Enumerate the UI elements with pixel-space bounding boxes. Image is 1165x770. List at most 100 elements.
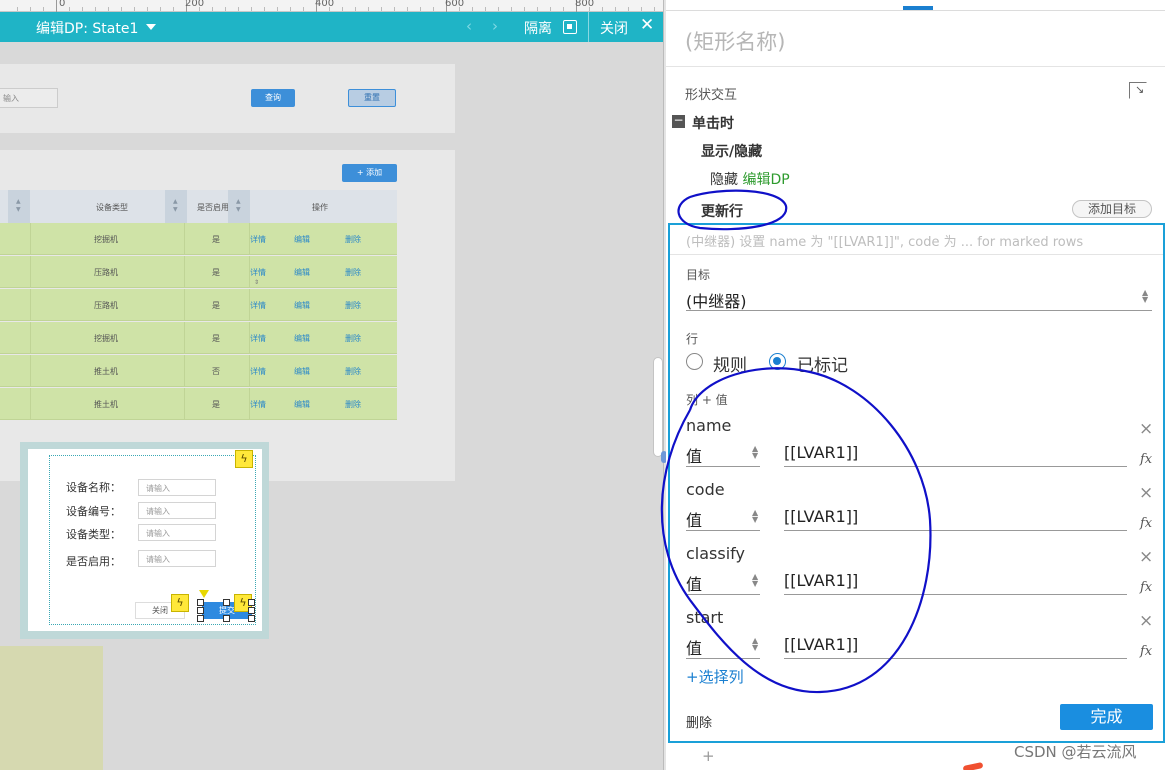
interaction-bolt-icon[interactable]: ϟ <box>235 450 253 468</box>
edit-link[interactable]: 编辑 <box>294 399 310 410</box>
sort-icon[interactable] <box>8 190 30 223</box>
delete-link[interactable]: 删除 <box>345 366 361 377</box>
edit-link[interactable]: 编辑 <box>294 234 310 245</box>
action-update-row[interactable]: 更新行 <box>701 201 743 221</box>
detail-link[interactable]: 详情 <box>250 234 266 245</box>
table-row[interactable]: 推土机 是 详情 编辑 删除 <box>0 388 397 420</box>
value-expression-input[interactable]: [[LVAR1]] <box>784 443 858 462</box>
select-arrows-icon[interactable]: ▲ ▼ <box>752 637 758 652</box>
edit-link[interactable]: 编辑 <box>294 300 310 311</box>
remove-column-icon[interactable]: × <box>1139 547 1153 567</box>
delete-link[interactable]: 删除 <box>345 234 361 245</box>
resize-handle[interactable] <box>248 607 255 614</box>
design-canvas[interactable]: 输入 查询 重置 + 添加 设备类型 是否启用 操作 挖掘机 是 详情 编辑 删… <box>0 42 665 770</box>
value-type-select[interactable]: 值 <box>686 571 702 595</box>
value-type-select[interactable]: 值 <box>686 635 702 659</box>
interaction-bolt-icon[interactable]: ϟ <box>171 594 189 612</box>
resize-handle[interactable] <box>197 615 204 622</box>
select-arrows-icon[interactable]: ▲ ▼ <box>752 573 758 588</box>
isolate-icon[interactable] <box>563 20 577 34</box>
table-row[interactable]: 推土机 否 详情 编辑 删除 <box>0 355 397 387</box>
prev-state-icon[interactable]: ‹ <box>466 17 472 35</box>
value-type-select[interactable]: 值 <box>686 507 702 531</box>
fx-icon[interactable]: fx <box>1140 516 1152 531</box>
delete-link[interactable]: 删除 <box>345 333 361 344</box>
sort-icon[interactable] <box>228 190 250 223</box>
expand-dialog-icon[interactable] <box>1129 82 1147 99</box>
collapse-icon[interactable]: − <box>672 114 685 128</box>
chevron-down-icon[interactable] <box>146 24 156 30</box>
select-arrows-icon[interactable]: ▲ ▼ <box>752 445 758 460</box>
resize-handle[interactable] <box>248 599 255 606</box>
resize-handle[interactable] <box>223 615 230 622</box>
radio-marked[interactable] <box>769 353 786 370</box>
enabled-input[interactable]: 请输入 <box>138 550 216 567</box>
value-expression-input[interactable]: [[LVAR1]] <box>784 635 858 654</box>
sort-icon[interactable] <box>165 190 187 223</box>
query-button[interactable]: 查询 <box>251 89 295 107</box>
select-arrows-icon[interactable]: ▲ ▼ <box>1142 289 1148 304</box>
fx-icon[interactable]: fx <box>1140 452 1152 467</box>
value-expression-input[interactable]: [[LVAR1]] <box>784 507 858 526</box>
fx-icon[interactable]: fx <box>1140 580 1152 595</box>
splitter-handle[interactable] <box>653 357 663 457</box>
isolate-button[interactable]: 隔离 <box>524 18 552 38</box>
divider <box>784 466 1127 467</box>
reset-button[interactable]: 重置 <box>348 89 396 107</box>
target-select[interactable]: (中继器) <box>686 288 747 312</box>
action-detail[interactable]: 隐藏 编辑DP <box>710 169 790 189</box>
table-row[interactable]: 压路机 是 详情 ⇕ 编辑 删除 <box>0 256 397 288</box>
event-label[interactable]: 单击时 <box>692 113 734 133</box>
detail-link[interactable]: 详情 <box>250 333 266 344</box>
value-type-select[interactable]: 值 <box>686 443 702 467</box>
placeholder-shape[interactable] <box>0 646 103 770</box>
resize-handle[interactable] <box>248 615 255 622</box>
radio-rule[interactable] <box>686 353 703 370</box>
detail-link[interactable]: 详情 <box>250 267 266 278</box>
shape-name-field[interactable]: (矩形名称) <box>685 26 785 56</box>
action-show-hide[interactable]: 显示/隐藏 <box>701 141 762 161</box>
remove-column-icon[interactable]: × <box>1139 611 1153 631</box>
resize-handle[interactable] <box>197 607 204 614</box>
device-type-input[interactable]: 请输入 <box>138 524 216 541</box>
search-input[interactable]: 输入 <box>0 88 58 108</box>
edit-link[interactable]: 编辑 <box>294 333 310 344</box>
radio-marked-label[interactable]: 已标记 <box>797 351 848 376</box>
close-icon[interactable]: ✕ <box>640 15 654 35</box>
delete-link[interactable]: 删除 <box>345 399 361 410</box>
radio-rule-label[interactable]: 规则 <box>713 351 747 376</box>
detail-link[interactable]: 详情 <box>250 366 266 377</box>
state-selector[interactable]: 编辑DP: State1 <box>36 18 138 38</box>
resize-handle[interactable] <box>197 599 204 606</box>
dynamic-panel-toolbar: 编辑DP: State1 ‹ › 隔离 关闭 ✕ <box>0 12 665 42</box>
divider <box>686 658 760 659</box>
device-code-input[interactable]: 请输入 <box>138 502 216 519</box>
horizontal-ruler: 0 200 400 600 800 <box>0 0 665 12</box>
choose-column-link[interactable]: +选择列 <box>686 666 744 687</box>
device-name-input[interactable]: 请输入 <box>138 479 216 496</box>
remove-column-icon[interactable]: × <box>1139 419 1153 439</box>
edit-dialog[interactable]: ϟ 设备名称： 请输入 设备编号： 请输入 设备类型： 请输入 是否启用： 请输… <box>28 449 262 631</box>
add-icon[interactable]: + <box>702 747 715 765</box>
fx-icon[interactable]: fx <box>1140 644 1152 659</box>
edit-dialog-frame[interactable]: ϟ 设备名称： 请输入 设备编号： 请输入 设备类型： 请输入 是否启用： 请输… <box>20 442 269 639</box>
remove-column-icon[interactable]: × <box>1139 483 1153 503</box>
delete-link[interactable]: 删除 <box>345 267 361 278</box>
done-button[interactable]: 完成 <box>1060 704 1153 730</box>
value-expression-input[interactable]: [[LVAR1]] <box>784 571 858 590</box>
table-row[interactable]: 压路机 是 详情 编辑 删除 <box>0 289 397 321</box>
resize-handle[interactable] <box>223 599 230 606</box>
edit-link[interactable]: 编辑 <box>294 366 310 377</box>
add-target-button[interactable]: 添加目标 <box>1072 200 1152 218</box>
detail-link[interactable]: 详情 <box>250 399 266 410</box>
table-row[interactable]: 挖掘机 是 详情 编辑 删除 <box>0 223 397 255</box>
edit-link[interactable]: 编辑 <box>294 267 310 278</box>
delete-action-link[interactable]: 删除 <box>686 712 712 731</box>
next-state-icon[interactable]: › <box>492 17 498 35</box>
table-row[interactable]: 挖掘机 是 详情 编辑 删除 <box>0 322 397 354</box>
select-arrows-icon[interactable]: ▲ ▼ <box>752 509 758 524</box>
close-button[interactable]: 关闭 <box>600 18 628 38</box>
add-button[interactable]: + 添加 <box>342 164 397 182</box>
delete-link[interactable]: 删除 <box>345 300 361 311</box>
detail-link[interactable]: 详情 <box>250 300 266 311</box>
